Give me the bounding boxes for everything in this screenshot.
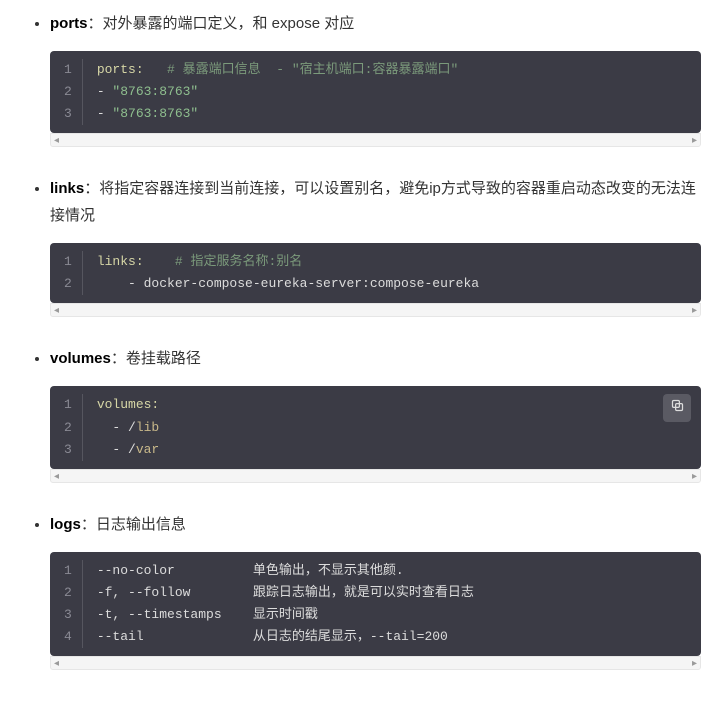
- code-line: --no-color 单色输出，不显示其他颜.: [97, 560, 687, 582]
- code-token: -t, --timestamps 显示时间戳: [97, 607, 318, 622]
- section-desc: ：日志输出信息: [81, 516, 186, 533]
- code-line: ports: # 暴露端口信息 - "宿主机端口:容器暴露端口": [97, 59, 687, 81]
- code-token: --no-color 单色输出，不显示其他颜.: [97, 563, 404, 578]
- section-item: ports：对外暴露的端口定义，和 expose 对应 123 ports: # 暴…: [50, 10, 701, 147]
- line-number: 3: [64, 439, 72, 461]
- code-lines[interactable]: volumes: - /lib - /var: [83, 394, 701, 460]
- copy-icon: [670, 395, 685, 422]
- code-line: -f, --follow 跟踪日志输出，就是可以实时查看日志: [97, 582, 687, 604]
- code-token: links:: [97, 254, 144, 269]
- section-item: links：将指定容器连接到当前连接，可以设置别名，避免ip方式导致的容器重启动…: [50, 175, 701, 317]
- line-number: 1: [64, 560, 72, 582]
- code-line: - "8763:8763": [97, 81, 687, 103]
- code-token: "8763:8763": [112, 106, 198, 121]
- code-token: -: [97, 84, 113, 99]
- code-block: 123volumes: - /lib - /var: [50, 386, 701, 468]
- code-token: volumes:: [97, 397, 159, 412]
- code-token: # 暴露端口信息 - "宿主机端口:容器暴露端口": [167, 62, 458, 77]
- section-term: volumes: [50, 350, 111, 367]
- code-block: 12links: # 指定服务名称:别名 - docker-compose-eu…: [50, 243, 701, 303]
- code-token: "8763:8763": [112, 84, 198, 99]
- code-line: - docker-compose-eureka-server:compose-e…: [97, 273, 687, 295]
- line-number: 1: [64, 394, 72, 416]
- code-token: [144, 254, 175, 269]
- code-block: 1234 --no-color 单色输出，不显示其他颜. -f, --follow …: [50, 552, 701, 656]
- line-number-gutter: 12: [50, 251, 83, 295]
- section-list: ports：对外暴露的端口定义，和 expose 对应123ports: # 暴…: [20, 10, 701, 670]
- code-wrap: 123ports: # 暴露端口信息 - "宿主机端口:容器暴露端口"- "87…: [50, 51, 701, 147]
- code-block: 123ports: # 暴露端口信息 - "宿主机端口:容器暴露端口"- "87…: [50, 51, 701, 133]
- section-term: links: [50, 180, 84, 197]
- code-wrap: 1234 --no-color 单色输出，不显示其他颜. -f, --follow …: [50, 552, 701, 670]
- line-number: 2: [64, 417, 72, 439]
- line-number-gutter: 123: [50, 394, 83, 460]
- line-number-gutter: 1234: [50, 560, 83, 648]
- code-token: lib: [136, 420, 159, 435]
- line-number: 1: [64, 251, 72, 273]
- code-lines[interactable]: ports: # 暴露端口信息 - "宿主机端口:容器暴露端口"- "8763:…: [83, 59, 701, 125]
- horizontal-scrollbar[interactable]: [50, 133, 701, 147]
- section-term: logs: [50, 516, 81, 533]
- section-item: volumes：卷挂载路径123volumes: - /lib - /var: [50, 345, 701, 482]
- section-desc: ：将指定容器连接到当前连接，可以设置别名，避免ip方式导致的容器重启动态改变的无…: [50, 180, 696, 224]
- code-inner: 123ports: # 暴露端口信息 - "宿主机端口:容器暴露端口"- "87…: [50, 51, 701, 133]
- code-line: - "8763:8763": [97, 103, 687, 125]
- section-term: ports: [50, 15, 88, 32]
- code-token: - docker-compose-eureka-server:compose-e…: [97, 276, 479, 291]
- code-token: --tail 从日志的结尾显示，--tail=200: [97, 629, 448, 644]
- code-line: -t, --timestamps 显示时间戳: [97, 604, 687, 626]
- line-number: 2: [64, 81, 72, 103]
- code-inner: 123volumes: - /lib - /var: [50, 386, 701, 468]
- code-token: - /: [97, 442, 136, 457]
- horizontal-scrollbar[interactable]: [50, 303, 701, 317]
- code-lines[interactable]: links: # 指定服务名称:别名 - docker-compose-eure…: [83, 251, 701, 295]
- code-wrap: 123volumes: - /lib - /var: [50, 386, 701, 482]
- line-number: 2: [64, 273, 72, 295]
- horizontal-scrollbar[interactable]: [50, 656, 701, 670]
- line-number: 4: [64, 626, 72, 648]
- section-desc: ：卷挂载路径: [111, 350, 201, 367]
- code-token: -: [97, 106, 113, 121]
- line-number: 3: [64, 103, 72, 125]
- copy-button[interactable]: [663, 394, 691, 422]
- section-heading: logs：日志输出信息: [50, 511, 701, 538]
- section-item: logs：日志输出信息 1234 --no-color 单色输出，不显示其他颜. -f…: [50, 511, 701, 670]
- code-line: --tail 从日志的结尾显示，--tail=200: [97, 626, 687, 648]
- code-inner: 12links: # 指定服务名称:别名 - docker-compose-eu…: [50, 243, 701, 303]
- line-number: 1: [64, 59, 72, 81]
- code-token: [144, 62, 167, 77]
- line-number: 2: [64, 582, 72, 604]
- code-token: var: [136, 442, 159, 457]
- code-token: - /: [97, 420, 136, 435]
- code-line: links: # 指定服务名称:别名: [97, 251, 687, 273]
- code-line: - /lib: [97, 417, 687, 439]
- section-heading: ports：对外暴露的端口定义，和 expose 对应: [50, 10, 701, 37]
- code-token: # 指定服务名称:别名: [175, 254, 302, 269]
- code-token: -f, --follow 跟踪日志输出，就是可以实时查看日志: [97, 585, 474, 600]
- code-line: - /var: [97, 439, 687, 461]
- code-lines[interactable]: --no-color 单色输出，不显示其他颜. -f, --follow 跟踪日志…: [83, 560, 701, 648]
- line-number: 3: [64, 604, 72, 626]
- code-inner: 1234 --no-color 单色输出，不显示其他颜. -f, --follow …: [50, 552, 701, 656]
- section-heading: links：将指定容器连接到当前连接，可以设置别名，避免ip方式导致的容器重启动…: [50, 175, 701, 229]
- section-heading: volumes：卷挂载路径: [50, 345, 701, 372]
- line-number-gutter: 123: [50, 59, 83, 125]
- section-desc: ：对外暴露的端口定义，和 expose 对应: [88, 15, 355, 32]
- code-wrap: 12links: # 指定服务名称:别名 - docker-compose-eu…: [50, 243, 701, 317]
- horizontal-scrollbar[interactable]: [50, 469, 701, 483]
- code-token: ports:: [97, 62, 144, 77]
- code-line: volumes:: [97, 394, 687, 416]
